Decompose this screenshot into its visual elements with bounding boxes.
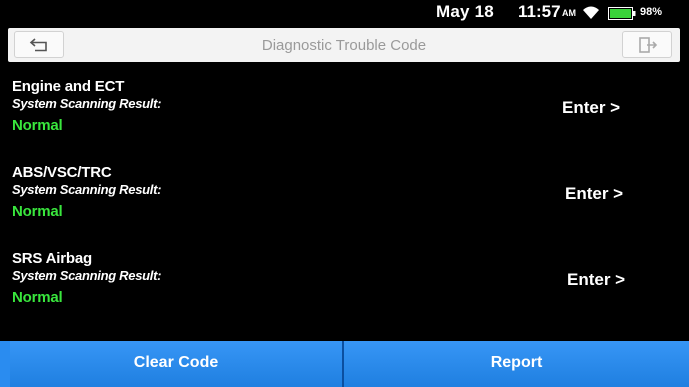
status-ampm: AM (562, 8, 576, 18)
system-name: SRS Airbag (12, 250, 92, 267)
battery-icon (608, 7, 636, 20)
wifi-icon (582, 6, 600, 20)
header-bar: Diagnostic Trouble Code (8, 28, 680, 62)
system-status: Normal (12, 203, 63, 220)
system-status: Normal (12, 117, 63, 134)
bottom-action-bar: Clear Code Report (0, 341, 689, 387)
enter-button-abs[interactable]: Enter > (565, 184, 623, 204)
system-status: Normal (12, 289, 63, 306)
exit-icon (639, 37, 658, 53)
status-time: 11:57 (518, 2, 561, 21)
system-item-abs: ABS/VSC/TRC System Scanning Result: Norm… (12, 164, 672, 244)
clear-code-button[interactable]: Clear Code (10, 341, 342, 387)
app-screen: May 18 11:57 AM 98% Diagnostic Trouble C… (0, 0, 689, 387)
system-scan-label: System Scanning Result: (12, 182, 162, 197)
system-item-engine: Engine and ECT System Scanning Result: N… (12, 78, 672, 158)
system-item-srs: SRS Airbag System Scanning Result: Norma… (12, 250, 672, 330)
status-date: May 18 (436, 2, 494, 21)
enter-button-engine[interactable]: Enter > (562, 98, 620, 118)
exit-button[interactable] (622, 31, 672, 58)
system-name: ABS/VSC/TRC (12, 164, 112, 181)
enter-button-srs[interactable]: Enter > (567, 270, 625, 290)
system-name: Engine and ECT (12, 78, 125, 95)
system-scan-label: System Scanning Result: (12, 96, 162, 111)
status-bar: May 18 11:57 AM 98% (0, 0, 689, 26)
page-title: Diagnostic Trouble Code (261, 37, 427, 54)
system-scan-label: System Scanning Result: (12, 268, 162, 283)
battery-percent: 98% (640, 6, 663, 18)
report-button[interactable]: Report (344, 341, 689, 387)
